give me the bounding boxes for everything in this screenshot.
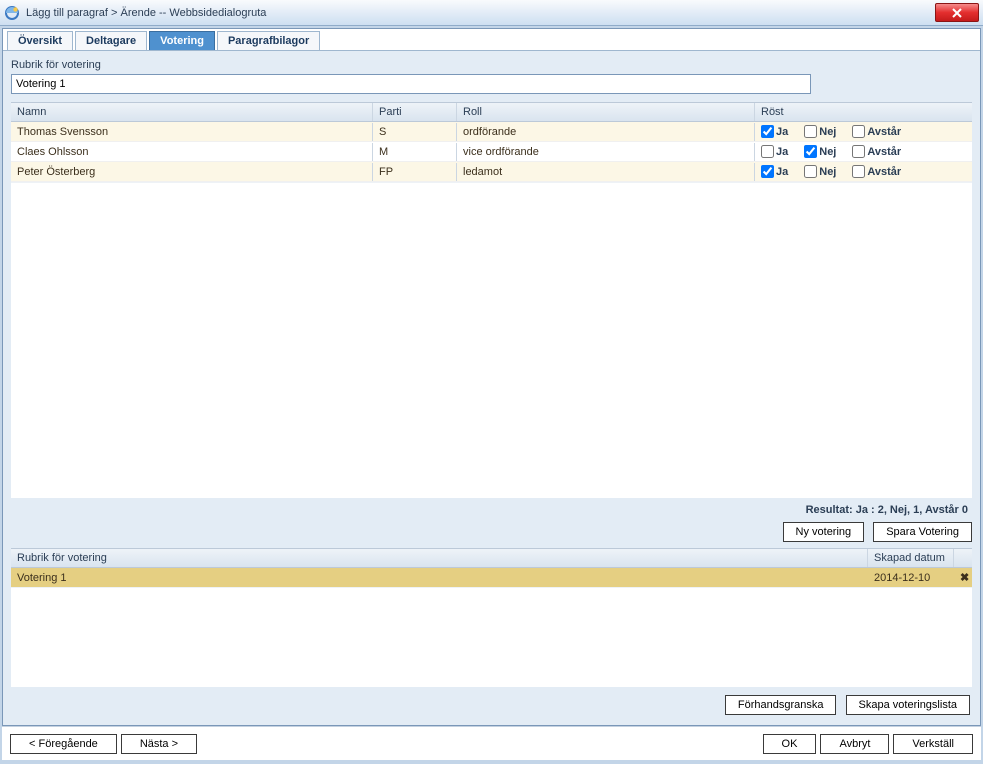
content-area: Rubrik för votering Namn Parti Roll Röst…	[3, 51, 980, 725]
spara-votering-button[interactable]: Spara Votering	[873, 522, 972, 542]
skapa-voteringslista-button[interactable]: Skapa voteringslista	[846, 695, 970, 715]
checkbox-avstar[interactable]	[852, 145, 865, 158]
footer-bar: < Föregående Nästa > OK Avbryt Verkställ	[2, 726, 981, 760]
checkbox-nej[interactable]	[804, 145, 817, 158]
cell-roll: ledamot	[457, 163, 755, 181]
label-ja: Ja	[776, 126, 788, 138]
lower-list-row[interactable]: Votering 1 2014-12-10 ✖	[11, 568, 972, 587]
forhandsgranska-button[interactable]: Förhandsgranska	[725, 695, 837, 715]
ny-votering-button[interactable]: Ny votering	[783, 522, 865, 542]
tab-oversikt[interactable]: Översikt	[7, 31, 73, 50]
grid-empty-area	[11, 182, 972, 498]
foregaende-button[interactable]: < Föregående	[10, 734, 117, 754]
label-ja: Ja	[776, 166, 788, 178]
lower-list-header: Rubrik för votering Skapad datum	[11, 548, 972, 568]
tab-paragrafbilagor[interactable]: Paragrafbilagor	[217, 31, 320, 50]
label-nej: Nej	[819, 146, 836, 158]
avbryt-button[interactable]: Avbryt	[820, 734, 889, 754]
close-icon	[952, 8, 962, 18]
col-header-roll[interactable]: Roll	[457, 103, 755, 121]
result-text: Resultat: Ja : 2, Nej, 1, Avstår 0	[11, 498, 972, 520]
verkstall-button[interactable]: Verkställ	[893, 734, 973, 754]
table-row[interactable]: Thomas Svensson S ordförande Ja Nej Avst…	[11, 122, 972, 142]
cell-parti: FP	[373, 163, 457, 181]
inner-frame: Översikt Deltagare Votering Paragrafbila…	[2, 28, 981, 726]
cell-namn: Thomas Svensson	[11, 123, 373, 141]
window-title: Lägg till paragraf > Ärende -- Webbsided…	[26, 7, 266, 19]
label-ja: Ja	[776, 146, 788, 158]
table-row[interactable]: Peter Österberg FP ledamot Ja Nej Avstår	[11, 162, 972, 182]
label-nej: Nej	[819, 126, 836, 138]
grid-header: Namn Parti Roll Röst	[11, 102, 972, 122]
checkbox-avstar[interactable]	[852, 165, 865, 178]
lower-row-date: 2014-12-10	[868, 569, 954, 587]
checkbox-ja[interactable]	[761, 145, 774, 158]
rubrik-input[interactable]	[11, 74, 811, 94]
table-row[interactable]: Claes Ohlsson M vice ordförande Ja Nej A…	[11, 142, 972, 162]
tab-votering[interactable]: Votering	[149, 31, 215, 50]
titlebar: Lägg till paragraf > Ärende -- Webbsided…	[0, 0, 983, 26]
label-avstar: Avstår	[867, 166, 901, 178]
cell-rost: Ja Nej Avstår	[755, 142, 972, 161]
lower-header-rubrik[interactable]: Rubrik för votering	[11, 549, 868, 567]
grid-body: Thomas Svensson S ordförande Ja Nej Avst…	[11, 122, 972, 182]
cell-roll: ordförande	[457, 123, 755, 141]
nasta-button[interactable]: Nästa >	[121, 734, 197, 754]
tab-deltagare[interactable]: Deltagare	[75, 31, 147, 50]
cell-namn: Claes Ohlsson	[11, 143, 373, 161]
cell-roll: vice ordförande	[457, 143, 755, 161]
cell-rost: Ja Nej Avstår	[755, 122, 972, 141]
close-button[interactable]	[935, 3, 979, 22]
label-avstar: Avstår	[867, 126, 901, 138]
label-nej: Nej	[819, 166, 836, 178]
ok-button[interactable]: OK	[763, 734, 817, 754]
cell-namn: Peter Österberg	[11, 163, 373, 181]
label-avstar: Avstår	[867, 146, 901, 158]
col-header-namn[interactable]: Namn	[11, 103, 373, 121]
lower-header-blank	[954, 549, 972, 567]
ie-icon	[4, 5, 20, 21]
lower-header-date[interactable]: Skapad datum	[868, 549, 954, 567]
lower-empty-area	[11, 587, 972, 687]
delete-row-icon[interactable]: ✖	[954, 568, 972, 587]
col-header-rost[interactable]: Röst	[755, 103, 972, 121]
bottom-buttons-row: Förhandsgranska Skapa voteringslista	[11, 687, 972, 717]
checkbox-nej[interactable]	[804, 125, 817, 138]
voting-buttons-row: Ny votering Spara Votering	[11, 520, 972, 548]
col-header-parti[interactable]: Parti	[373, 103, 457, 121]
checkbox-ja[interactable]	[761, 125, 774, 138]
cell-parti: S	[373, 123, 457, 141]
tab-strip: Översikt Deltagare Votering Paragrafbila…	[3, 29, 980, 51]
cell-rost: Ja Nej Avstår	[755, 162, 972, 181]
rubrik-label: Rubrik för votering	[11, 59, 972, 71]
lower-row-rubrik: Votering 1	[11, 569, 868, 587]
checkbox-avstar[interactable]	[852, 125, 865, 138]
checkbox-ja[interactable]	[761, 165, 774, 178]
cell-parti: M	[373, 143, 457, 161]
checkbox-nej[interactable]	[804, 165, 817, 178]
window-body: Översikt Deltagare Votering Paragrafbila…	[0, 26, 983, 764]
